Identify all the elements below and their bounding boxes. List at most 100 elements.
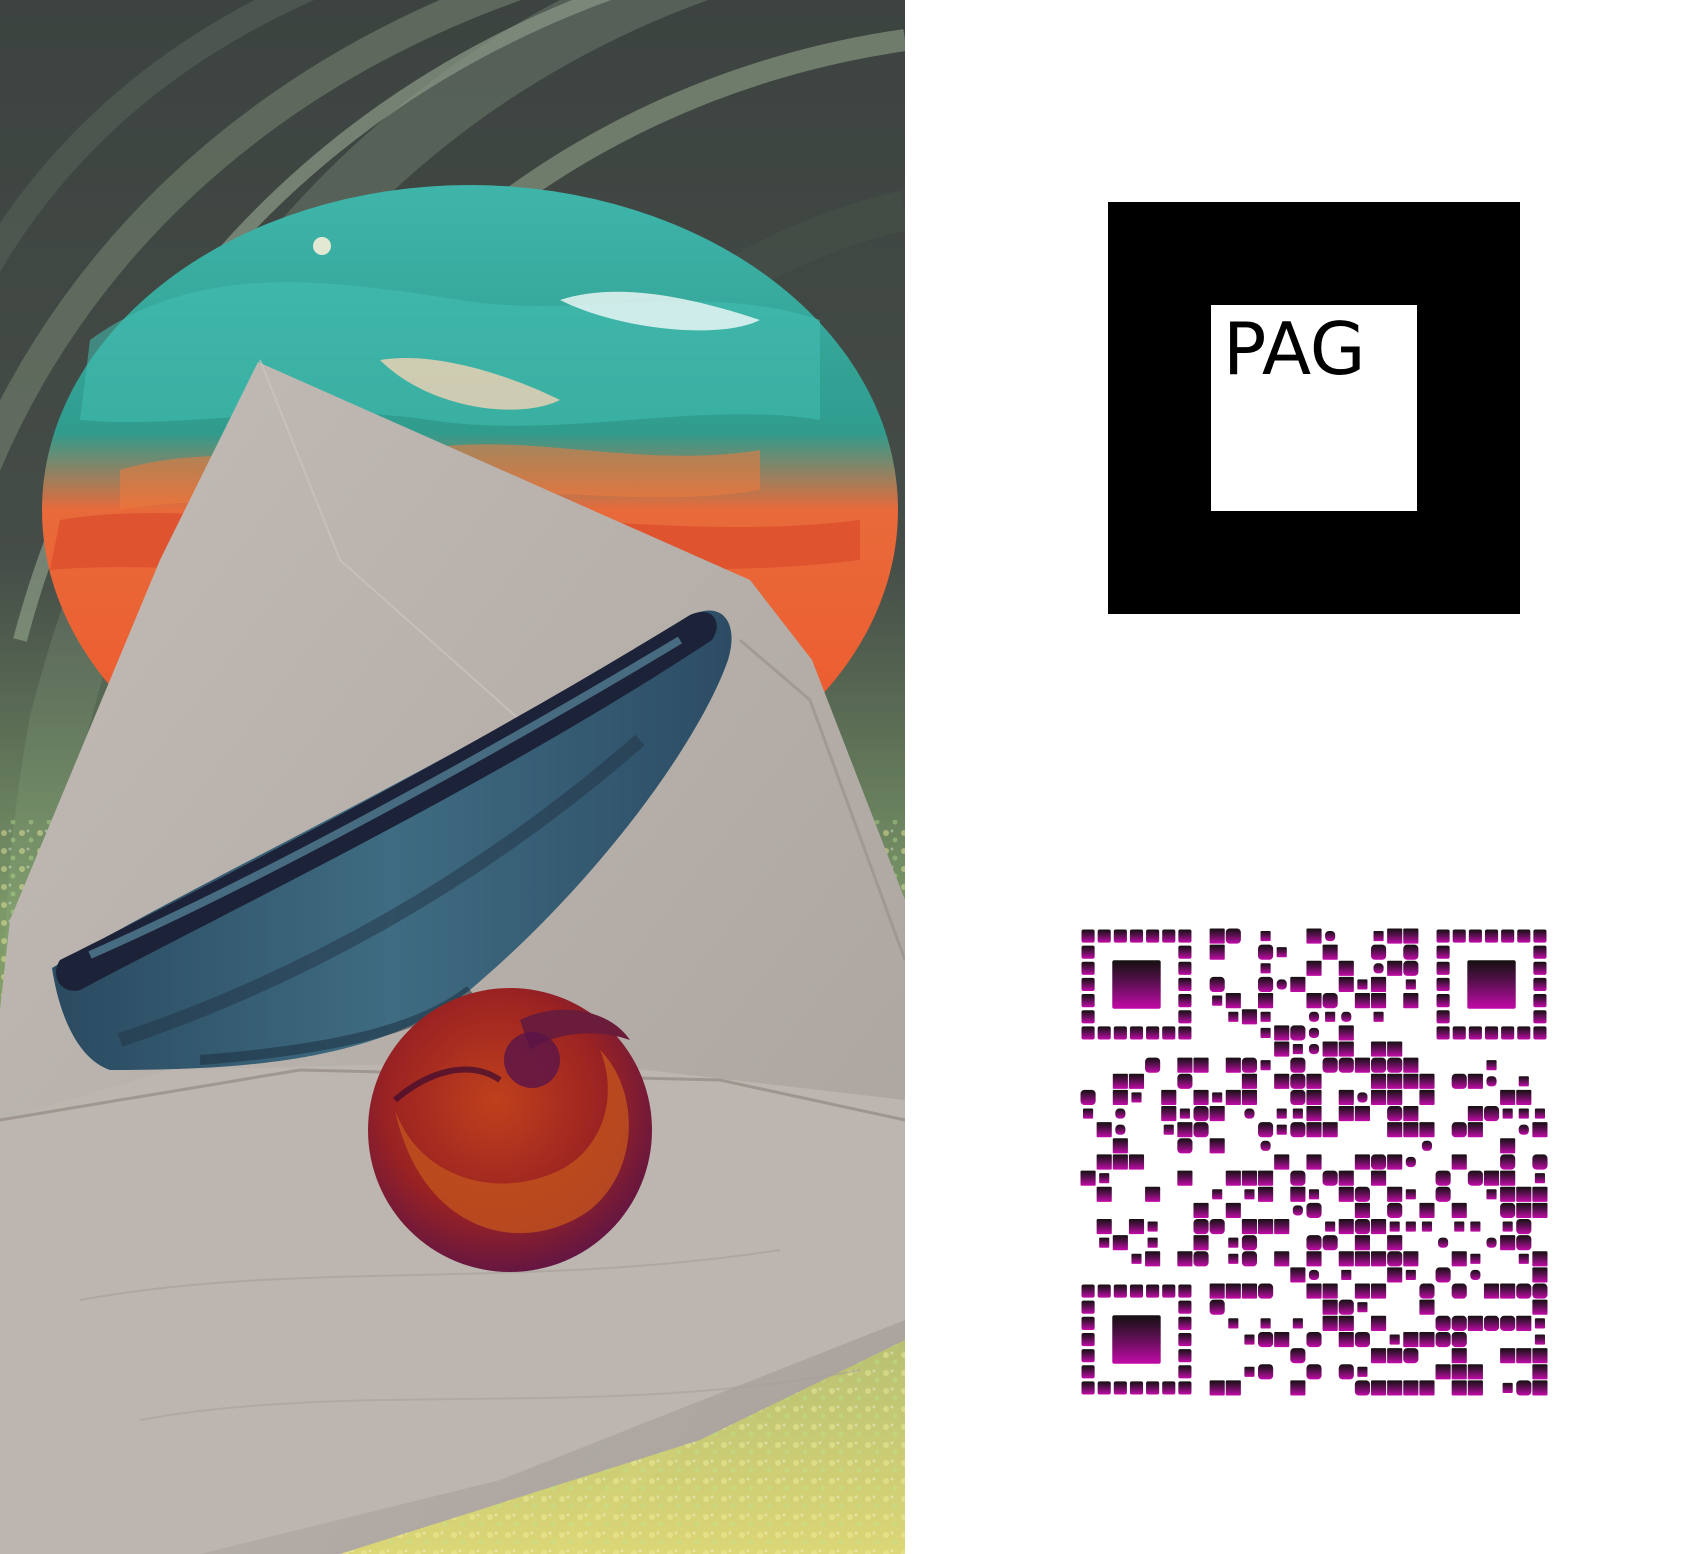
qr-module [1451,1283,1467,1299]
qr-module [1518,1253,1529,1264]
qr-finder-module [1517,1026,1531,1040]
qr-module [1387,1251,1403,1267]
qr-module [1306,1364,1322,1380]
qr-module [1421,1140,1433,1151]
qr-module [1500,1202,1516,1218]
qr-module [1467,1073,1483,1089]
qr-module [1322,1041,1338,1057]
qr-module [1212,1189,1223,1200]
qr-module [1209,1283,1225,1299]
qr-module [1225,993,1241,1009]
qr-finder-module [1162,929,1176,943]
ar-marker-inner: PAG [1211,305,1417,511]
qr-module [1518,1076,1529,1087]
qr-module [1403,1348,1419,1364]
qr-module [1177,1122,1193,1138]
qr-module [1387,1089,1403,1106]
qr-module [1244,1366,1255,1377]
wax-seal-icon [368,988,652,1272]
qr-finder-module [1436,994,1450,1008]
qr-module [1532,1267,1548,1283]
qr-finder-module [1178,945,1192,959]
qr-module [1516,1380,1532,1396]
qr-finder-module [1533,929,1547,943]
qr-module [1274,1025,1290,1041]
qr-module [1209,976,1225,993]
qr-module [1451,1122,1467,1138]
qr-module [1338,1089,1354,1106]
qr-module [1306,1073,1322,1089]
qr-module [1306,960,1322,976]
qr-module [1405,979,1416,990]
qr-module [1338,1106,1354,1122]
qr-finder-module [1081,945,1095,959]
qr-module [1470,1269,1481,1281]
qr-module [1163,1124,1174,1135]
qr-module [1403,1380,1419,1396]
qr-finder-module [1436,977,1450,992]
qr-module [1534,1108,1545,1119]
qr-module [1387,1041,1403,1057]
qr-module [1532,1299,1548,1315]
qr-module [1241,1073,1258,1089]
qr-module [1131,1253,1142,1264]
qr-module [1225,1089,1241,1106]
qr-finder-module [1129,929,1144,943]
qr-module [1115,1108,1126,1119]
qr-module [1421,1221,1433,1232]
qr-finder-module [1178,1332,1192,1347]
qr-module [1193,1202,1209,1218]
qr-finder-module [1484,929,1499,943]
qr-module [1322,1122,1338,1138]
qr-module [1405,1269,1416,1281]
qr-module [1387,1380,1403,1396]
qr-finder-module [1113,1026,1127,1040]
qr-module [1419,1380,1435,1396]
qr-finder-module [1468,929,1482,943]
qr-module [1161,1106,1177,1122]
qr-module [1354,1235,1370,1251]
qr-module [1470,1253,1481,1264]
qr-module [1338,976,1354,993]
qr-module [1387,1122,1403,1138]
qr-module [1308,1027,1320,1038]
qr-module [1532,1380,1548,1396]
qr-finder-module [1129,1026,1144,1040]
qr-module [1419,1283,1435,1299]
qr-module [1145,1186,1161,1202]
qr-module [1370,1283,1387,1299]
qr-finder-module [1468,1026,1482,1040]
qr-module [1370,1348,1387,1364]
qr-module [1274,1331,1290,1348]
qr-module [1258,976,1274,993]
qr-module [1177,1251,1193,1267]
qr-module [1354,1202,1370,1218]
qr-module [1370,944,1387,960]
qr-module [1179,1108,1190,1119]
qr-finder-module [1097,1026,1111,1040]
qr-module [1274,1251,1290,1267]
qr-module [1274,1073,1290,1089]
qr-module [1193,1089,1209,1106]
qr-module [1419,1202,1435,1218]
qr-module [1403,960,1419,976]
qr-module [1112,1073,1128,1089]
qr-finder-module [1436,929,1450,943]
qr-module [1518,1108,1529,1119]
qr-module [1532,1122,1548,1138]
qr-module [1403,1122,1419,1138]
qr-module [1500,1235,1516,1251]
qr-module [1438,1237,1449,1248]
qr-module [1241,1009,1258,1025]
qr-module [1258,1122,1274,1138]
qr-module [1338,1315,1354,1331]
qr-module [1260,963,1271,974]
qr-module [1373,1011,1384,1022]
qr-finder-module [1452,1026,1466,1040]
qr-module [1306,1283,1322,1299]
qr-code[interactable] [1080,928,1548,1396]
qr-module [1357,1302,1368,1313]
qr-module [1532,1364,1548,1380]
qr-module [1370,1218,1387,1235]
qr-module [1532,1283,1548,1299]
